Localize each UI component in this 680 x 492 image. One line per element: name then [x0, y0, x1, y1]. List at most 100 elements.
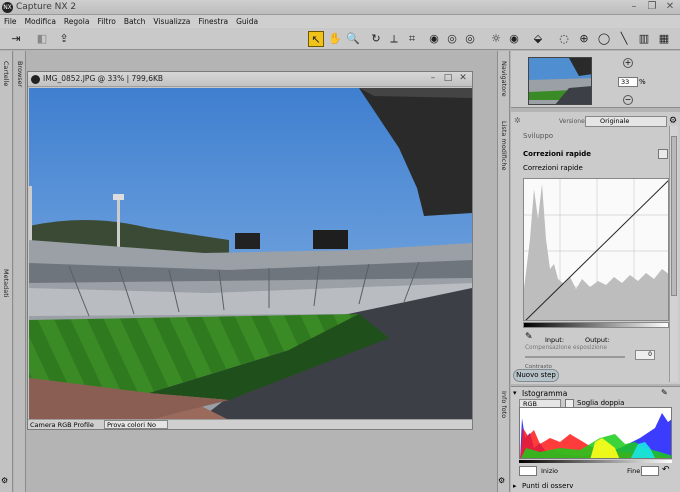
- navigator-thumbnail[interactable]: [528, 57, 592, 105]
- zoom-unit: %: [639, 78, 646, 86]
- develop-label: Sviluppo: [523, 132, 554, 140]
- start-field[interactable]: [519, 466, 537, 476]
- eraser-icon[interactable]: ▦: [656, 31, 672, 47]
- doc-minimize-button[interactable]: –: [428, 73, 438, 83]
- quick-fix-checkbox[interactable]: [658, 149, 668, 159]
- control-point-icon[interactable]: ◉: [426, 31, 442, 47]
- left-panel-strip: Cartelle Browser Metadati: [0, 51, 22, 492]
- edit-options-icon[interactable]: ✲: [514, 116, 521, 125]
- menu-file[interactable]: File: [0, 15, 21, 28]
- input-gradient-bar: [523, 322, 669, 328]
- browser-strip: Browser: [14, 51, 26, 492]
- menu-visualizza[interactable]: Visualizza: [149, 15, 194, 28]
- menu-filtro[interactable]: Filtro: [93, 15, 119, 28]
- eye-icon[interactable]: ◉: [506, 31, 522, 47]
- brush-icon[interactable]: ◌: [556, 31, 572, 47]
- edit-list-panel: ✲ Versione Originale ⚙ Sviluppo Correzio…: [511, 112, 680, 384]
- left-panel-settings-icon[interactable]: ⚙: [1, 476, 8, 485]
- color-profile-label: Camera RGB Profile: [30, 421, 94, 429]
- document-title-bar[interactable]: IMG_0852.JPG @ 33% | 799,6KB – □ ✕: [28, 72, 472, 87]
- workspace-icon[interactable]: ⇥: [8, 31, 24, 47]
- document-icon: [31, 75, 40, 84]
- output-label: Output:: [585, 336, 610, 344]
- document-window: IMG_0852.JPG @ 33% | 799,6KB – □ ✕ Camer…: [27, 71, 473, 430]
- fill-icon[interactable]: ▥: [636, 31, 652, 47]
- hand-tool-icon[interactable]: ✋: [327, 31, 343, 47]
- gradient-icon[interactable]: ╲: [616, 31, 632, 47]
- browse-icon[interactable]: ◧: [34, 31, 50, 47]
- menu-finestra[interactable]: Finestra: [194, 15, 232, 28]
- black-point-icon[interactable]: ◎: [444, 31, 460, 47]
- zoom-tool-icon[interactable]: 🔍: [345, 31, 361, 47]
- zoom-out-button[interactable]: −: [623, 95, 633, 105]
- stadium-photo[interactable]: [29, 88, 472, 420]
- crop-tool-icon[interactable]: ⌗: [404, 31, 420, 47]
- quick-fix-label: Correzioni rapide: [523, 150, 592, 158]
- zoom-in-button[interactable]: +: [623, 58, 633, 68]
- watch-points-expand-icon[interactable]: ▸: [513, 482, 517, 490]
- reset-icon[interactable]: ↶: [662, 465, 670, 475]
- app-logo-icon: NX: [2, 2, 13, 13]
- edit-list-scrollbar[interactable]: [669, 126, 678, 382]
- exposure-comp-label: Compensazione esposizione: [525, 345, 607, 351]
- end-field[interactable]: [641, 466, 659, 476]
- doc-maximize-button[interactable]: □: [443, 73, 453, 83]
- redeye-icon[interactable]: ☼: [488, 31, 504, 47]
- end-label: Fine: [627, 467, 641, 475]
- quick-fix-sub-label: Correzioni rapide: [523, 164, 583, 172]
- develop-section[interactable]: Sviluppo: [511, 130, 680, 142]
- save-icon[interactable]: ⇪: [56, 31, 72, 47]
- menu-bar: File Modifica Regola Filtro Batch Visual…: [0, 15, 680, 28]
- app-window: NX Capture NX 2 – ❐ ✕ File Modifica Rego…: [0, 0, 680, 492]
- arrow-tool-icon[interactable]: ↖: [308, 31, 324, 47]
- doc-close-button[interactable]: ✕: [458, 73, 468, 83]
- navigator-tab[interactable]: Navigatore: [500, 61, 508, 97]
- menu-regola[interactable]: Regola: [60, 15, 94, 28]
- photo-info-tab[interactable]: Info foto: [500, 391, 508, 418]
- document-title: IMG_0852.JPG @ 33% | 799,6KB: [43, 74, 164, 83]
- double-threshold-label: Soglia doppia: [577, 399, 625, 407]
- eyedropper-icon[interactable]: ✎: [525, 332, 533, 342]
- histogram-title: Istogramma: [522, 389, 568, 398]
- new-step-button[interactable]: Nuovo step: [513, 369, 559, 382]
- quick-fix-section[interactable]: Correzioni rapide: [511, 148, 680, 160]
- restore-button[interactable]: ❐: [646, 1, 658, 13]
- histogram-collapse-icon[interactable]: ▾: [513, 389, 517, 397]
- menu-batch[interactable]: Batch: [120, 15, 150, 28]
- exposure-field[interactable]: 0: [635, 350, 655, 360]
- menu-guida[interactable]: Guida: [232, 15, 262, 28]
- start-label: Inizio: [541, 467, 559, 475]
- exposure-slider[interactable]: [525, 356, 625, 358]
- white-point-icon[interactable]: ◎: [462, 31, 478, 47]
- close-button[interactable]: ✕: [664, 1, 676, 13]
- lasso-icon[interactable]: ◯: [596, 31, 612, 47]
- app-title: Capture NX 2: [16, 2, 77, 12]
- toolbar: ⇥ ◧ ⇪ ↖ ✋ 🔍 ↻ ⟂ ⌗ ◉ ◎ ◎ ☼ ◉ ⬙ ◌ ⊕ ◯ ╲ ▥ …: [0, 28, 680, 50]
- proof-colors-select[interactable]: Prova colori No: [104, 420, 168, 429]
- straighten-tool-icon[interactable]: ⟂: [386, 31, 402, 47]
- edit-list-tab[interactable]: Lista modifiche: [500, 121, 508, 170]
- tag-icon[interactable]: ⬙: [530, 31, 546, 47]
- settings-gear-icon[interactable]: ⚙: [669, 116, 677, 126]
- scroll-thumb[interactable]: [671, 136, 677, 296]
- minimize-button[interactable]: –: [628, 1, 640, 13]
- version-select[interactable]: Originale: [585, 116, 667, 127]
- selection-brush-icon[interactable]: ⊕: [576, 31, 592, 47]
- right-panel-settings-icon[interactable]: ⚙: [498, 476, 505, 485]
- levels-curves-graph[interactable]: [523, 178, 669, 321]
- metadata-tab[interactable]: Metadati: [2, 269, 10, 298]
- document-status-bar: Camera RGB Profile Prova colori No: [28, 419, 472, 429]
- histogram-edit-icon[interactable]: ✎: [661, 388, 668, 397]
- menu-modifica[interactable]: Modifica: [21, 15, 60, 28]
- zoom-field[interactable]: 33: [618, 77, 638, 87]
- watch-points-label[interactable]: Punti di osserv: [522, 482, 573, 490]
- histogram-panel: ▾ Istogramma ✎ RGB Soglia doppia Inizio …: [511, 386, 680, 492]
- quick-fix-sub-row: Correzioni rapide: [511, 162, 680, 174]
- rotate-tool-icon[interactable]: ↻: [368, 31, 384, 47]
- browser-strip-label[interactable]: Browser: [16, 61, 24, 87]
- histogram-range-bar: [519, 460, 672, 463]
- folders-tab[interactable]: Cartelle: [2, 61, 10, 86]
- title-bar: NX Capture NX 2 – ❐ ✕: [0, 0, 680, 15]
- version-label: Versione: [559, 118, 585, 125]
- histogram-graph[interactable]: [519, 407, 672, 459]
